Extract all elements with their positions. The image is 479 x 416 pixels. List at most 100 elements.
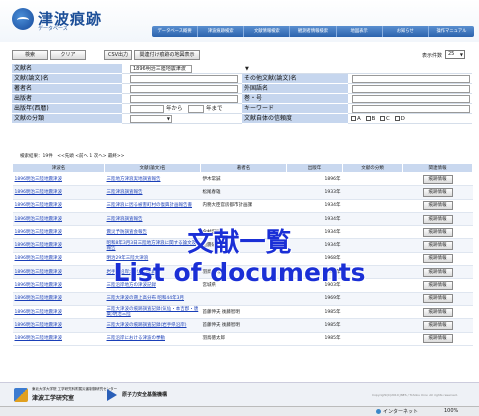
col-category[interactable]: 文献の分類 [342, 163, 403, 173]
document-title-link[interactable]: 昭和8年3月3日三陸地方津浪に関する論文及報告 [107, 241, 197, 251]
year-to-input[interactable] [188, 105, 204, 113]
site-logo[interactable]: 津波痕跡 データベース [12, 8, 132, 34]
reliability-c-checkbox[interactable] [380, 116, 386, 121]
other-doc-input[interactable] [352, 75, 470, 83]
trace-info-button[interactable]: 痕跡情報 [422, 320, 453, 330]
document-title-link[interactable]: 三陸津浪調査報告 [107, 217, 143, 222]
keyword-cell [348, 104, 472, 114]
category-label: 文献の分類 [12, 114, 122, 124]
author-input[interactable] [130, 85, 238, 93]
trace-info-button[interactable]: 痕跡情報 [422, 201, 453, 211]
col-tsunami[interactable]: 津波名 [12, 163, 105, 173]
document-title-link[interactable]: 三陸沿岸における津波の挙動 [107, 336, 166, 341]
trace-info-button[interactable]: 痕跡情報 [422, 174, 453, 184]
publisher-input[interactable] [130, 95, 238, 103]
tsunami-name-link[interactable]: 1896明治三陸地震津波 [15, 230, 62, 235]
reliability-a-checkbox[interactable] [351, 116, 356, 121]
document-title-link[interactable]: 三陸大津波の痕跡調査記録(気仙・本吉郡・唐桑)明治三陸 [107, 307, 199, 317]
trace-info-button[interactable]: 痕跡情報 [422, 294, 453, 304]
chevron-down-icon: ▼ [166, 116, 170, 121]
nav-trace-search[interactable]: 津波痕跡検索 [198, 26, 245, 37]
year-from-input[interactable] [130, 105, 164, 113]
csv-export-button[interactable]: CSV出力 [104, 50, 132, 60]
tsunami-name-link-td: 1896明治三陸地震津波 [12, 172, 105, 187]
tsunami-name-link[interactable]: 1896明治三陸地震津波 [15, 177, 62, 182]
trace-info-button[interactable]: 痕跡情報 [422, 254, 453, 264]
trace-info-button[interactable]: 痕跡情報 [422, 227, 453, 237]
col-author[interactable]: 著者名 [200, 163, 287, 173]
category-select[interactable]: ▼ [130, 115, 172, 123]
volume-input[interactable] [352, 95, 470, 103]
reliability-d-checkbox[interactable] [394, 116, 400, 121]
category-cell-td [342, 172, 403, 187]
tsunami-name-link[interactable]: 1896明治三陸地震津波 [15, 296, 62, 301]
author-cell: 内務大臣官房都市計画課 [202, 203, 253, 209]
year-cell: 1934年 [324, 243, 341, 249]
zoom-level[interactable]: 100% [444, 408, 458, 414]
search-button[interactable]: 検索 [12, 50, 48, 60]
tsunami-name-link[interactable]: 1896明治三陸地震津波 [15, 217, 62, 222]
nav-news[interactable]: お知らせ [383, 26, 429, 37]
category-cell-td [342, 238, 403, 253]
col-year[interactable]: 出版年 [286, 163, 343, 173]
document-title-link[interactable]: 三陸大津波の痕跡調査記録(岩手県沿岸) [107, 323, 187, 328]
clear-button[interactable]: クリア [50, 50, 86, 60]
document-title-link[interactable]: 震災予防調査会報告 [107, 230, 148, 235]
trace-info-button[interactable]: 痕跡情報 [422, 241, 453, 251]
nav-map[interactable]: 地図表示 [337, 26, 383, 37]
other-doc-label: その他文献(論文)名 [242, 74, 348, 84]
tsunami-name-link[interactable]: 1896明治三陸地震津波 [15, 256, 62, 261]
browser-status-bar: インターネット 100% [0, 406, 479, 416]
year-cell-td: 1896年 [286, 172, 343, 187]
doc-name-cell: 1896明治三陸地震津波 ▼ [122, 64, 472, 74]
nav-overview[interactable]: データベース概要 [152, 26, 199, 37]
nav-manual[interactable]: 操作マニュアル [429, 26, 474, 37]
reliability-d-label: D [400, 116, 405, 122]
document-title-link[interactable]: 三陸沿岸地方の津波記録 [107, 283, 157, 288]
doc-name-input[interactable]: 1896明治三陸地震津波 [130, 65, 192, 73]
document-title-link[interactable]: 明治29年三陸大津浪 [107, 256, 149, 261]
reliability-b-label: B [371, 116, 376, 122]
results-table: 津波名 文献(論文)名 著者名 出版年 文献の分類 関連情報 1896明治三陸地… [12, 163, 473, 346]
foreign-doc-input[interactable] [352, 85, 470, 93]
document-title-link[interactable]: 三陸津浪調査報告 [107, 190, 143, 195]
trace-info-button[interactable]: 痕跡情報 [422, 281, 453, 291]
document-title-link[interactable]: 三陸地方津浪実地調査報告 [107, 177, 161, 182]
trace-info-button[interactable]: 痕跡情報 [422, 334, 453, 344]
nav-document-search[interactable]: 文献情報検索 [244, 26, 291, 37]
tsunami-name-link[interactable]: 1896明治三陸地震津波 [15, 310, 62, 315]
jnes-name[interactable]: 原子力安全基盤機構 [122, 391, 167, 398]
tsunami-name-link[interactable]: 1896明治三陸地震津波 [15, 270, 62, 275]
nav-observer-search[interactable]: 観測者情報検索 [290, 26, 337, 37]
document-title-link[interactable]: 三陸大津波の遡上高分布 昭和44年3月 [107, 296, 185, 301]
year-cell-td: 1969年 [286, 292, 343, 306]
document-title-link[interactable]: 岩手県沿岸大津波の記録 [107, 270, 157, 275]
reliability-b-checkbox[interactable] [365, 116, 371, 121]
tsunami-name-link[interactable]: 1896明治三陸地震津波 [15, 190, 62, 195]
doc-title-input[interactable] [130, 75, 238, 83]
results-body: 1896明治三陸地震津波 三陸地方津浪実地調査報告 伊木常誠 1896年 痕跡情報 189… [12, 172, 473, 346]
tsunami-name-link[interactable]: 1896明治三陸地震津波 [15, 283, 62, 288]
trace-info-button[interactable]: 痕跡情報 [422, 307, 453, 317]
lab-name[interactable]: 津波工学研究室 [32, 393, 74, 402]
col-doc[interactable]: 文献(論文)名 [104, 163, 201, 173]
trace-info-button[interactable]: 痕跡情報 [422, 187, 453, 197]
year-cell-td: 1934年 [286, 212, 343, 227]
year-cell-td: 1985年 [286, 318, 343, 333]
trace-info-button[interactable]: 痕跡情報 [422, 214, 453, 224]
table-header: 津波名 文献(論文)名 著者名 出版年 文献の分類 関連情報 [12, 163, 473, 173]
tsunami-name-link[interactable]: 1896明治三陸地震津波 [15, 336, 62, 341]
doc-name-dropdown-icon[interactable]: ▼ [245, 64, 249, 74]
display-count-select[interactable]: 25 ▼ [445, 50, 465, 59]
keyword-input[interactable] [352, 105, 470, 113]
tsunami-name-link[interactable]: 1896明治三陸地震津波 [15, 323, 62, 328]
author-label: 著者名 [12, 84, 122, 94]
reliability-cell: A B C D [348, 114, 472, 124]
tsunami-name-link[interactable]: 1896明治三陸地震津波 [15, 203, 62, 208]
document-title-link[interactable]: 三陸津浪に因る被害町村の復興計画報告書 [107, 203, 193, 208]
trace-info-button[interactable]: 痕跡情報 [422, 267, 453, 277]
show-map-button[interactable]: 関連付け痕跡の地図表示 [134, 50, 200, 60]
year-cell-td: 1969年 [286, 265, 343, 280]
author-cell-td: 首藤伸夫 後藤智明 [200, 318, 287, 333]
tsunami-name-link[interactable]: 1896明治三陸地震津波 [15, 243, 62, 248]
